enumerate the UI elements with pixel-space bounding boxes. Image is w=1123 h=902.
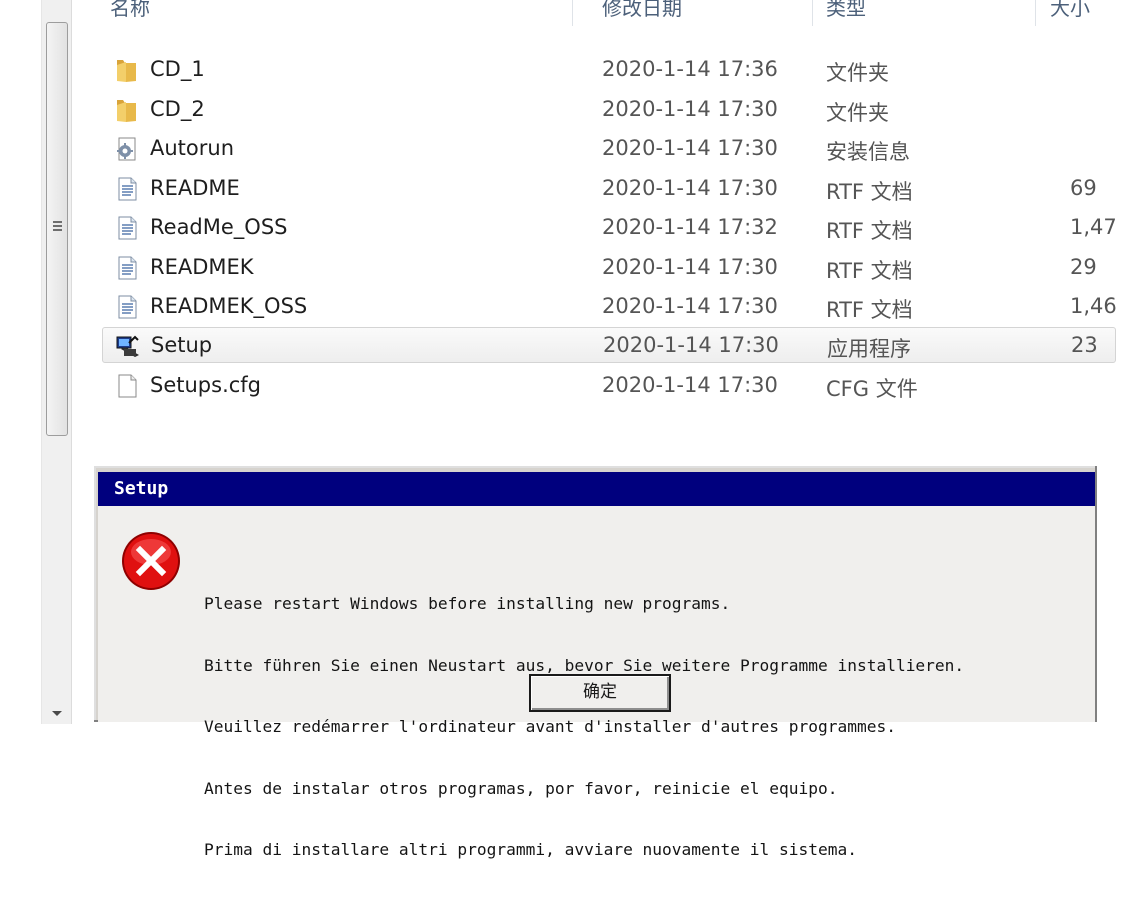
message-line-3: Veuillez redémarrer l'ordinateur avant d… — [204, 717, 896, 736]
scroll-down-arrow-icon[interactable] — [52, 711, 62, 716]
file-size: 1,46 — [1070, 294, 1116, 318]
file-row[interactable]: README 2020-1-14 17:30 RTF 文档 69 — [102, 171, 1116, 207]
message-line-4: Antes de instalar otros programas, por f… — [204, 778, 838, 798]
column-divider[interactable] — [1035, 0, 1036, 26]
message-line-2: Bitte führen Sie einen Neustart aus, bev… — [204, 655, 965, 675]
message-line-5: Prima di installare altri programmi, avv… — [204, 840, 857, 859]
file-name: Autorun — [150, 136, 235, 160]
file-type: 文件夹 — [826, 61, 889, 85]
dialog-titlebar[interactable]: Setup — [98, 472, 1095, 506]
dialog-title: Setup — [114, 478, 169, 499]
file-size: 1,47 — [1070, 215, 1116, 239]
file-name: README — [150, 175, 240, 200]
file-name: CD_1 — [150, 57, 205, 81]
setup-info-icon — [114, 136, 140, 162]
file-row[interactable]: Autorun 2020-1-14 17:30 安装信息 — [102, 131, 1116, 167]
file-row[interactable]: CD_1 2020-1-14 17:36 文件夹 — [102, 52, 1116, 88]
file-name: CD_2 — [150, 96, 205, 121]
file-type: RTF 文档 — [826, 179, 913, 204]
dialog-message: Please restart Windows before installing… — [204, 553, 964, 902]
file-date: 2020-1-14 17:36 — [602, 57, 778, 81]
column-divider[interactable] — [572, 0, 573, 26]
file-size: 23 — [1071, 332, 1098, 357]
file-type: 应用程序 — [827, 336, 911, 361]
vertical-scrollbar[interactable] — [41, 0, 72, 724]
file-row[interactable]: Setup 2020-1-14 17:30 应用程序 23 — [102, 326, 1116, 363]
blank-file-icon — [114, 373, 140, 399]
file-date: 2020-1-14 17:32 — [602, 215, 778, 239]
file-name: Setups.cfg — [150, 373, 262, 397]
file-row[interactable]: READMEK 2020-1-14 17:30 RTF 文档 29 — [102, 250, 1116, 286]
file-name: ReadMe_OSS — [150, 215, 288, 239]
column-header-name[interactable]: 名称 — [110, 0, 150, 22]
folder-icon — [114, 97, 140, 123]
folder-icon — [114, 57, 140, 83]
file-row[interactable]: READMEK_OSS 2020-1-14 17:30 RTF 文档 1,46 — [102, 289, 1116, 325]
scrollbar-grip-icon — [53, 221, 62, 231]
file-date: 2020-1-14 17:30 — [603, 332, 779, 357]
file-size: 69 — [1070, 175, 1097, 200]
file-row[interactable]: ReadMe_OSS 2020-1-14 17:32 RTF 文档 1,47 — [102, 210, 1116, 246]
column-header: 名称 修改日期 类型 大小 — [72, 0, 1116, 30]
file-type: 文件夹 — [826, 100, 889, 125]
file-name: READMEK_OSS — [150, 294, 308, 318]
file-type: RTF 文档 — [826, 258, 913, 283]
column-divider[interactable] — [812, 0, 813, 26]
column-header-type[interactable]: 类型 — [826, 0, 866, 22]
file-name: READMEK — [150, 254, 254, 279]
file-name: Setup — [151, 332, 213, 357]
setup-app-icon — [115, 333, 141, 359]
file-type: 安装信息 — [826, 140, 910, 164]
scrollbar-thumb[interactable] — [46, 22, 68, 436]
dialog-body: Please restart Windows before installing… — [98, 506, 1095, 859]
column-header-date[interactable]: 修改日期 — [602, 0, 682, 22]
file-date: 2020-1-14 17:30 — [602, 373, 778, 397]
file-date: 2020-1-14 17:30 — [602, 136, 778, 160]
document-icon — [114, 294, 140, 320]
file-row[interactable]: CD_2 2020-1-14 17:30 文件夹 — [102, 92, 1116, 128]
file-type: CFG 文件 — [826, 377, 918, 401]
file-date: 2020-1-14 17:30 — [602, 294, 778, 318]
file-type: RTF 文档 — [826, 298, 913, 322]
file-date: 2020-1-14 17:30 — [602, 175, 778, 200]
file-type: RTF 文档 — [826, 219, 913, 243]
document-icon — [114, 255, 140, 281]
document-icon — [114, 176, 140, 202]
file-size: 29 — [1070, 254, 1097, 279]
file-date: 2020-1-14 17:30 — [602, 96, 778, 121]
error-icon — [122, 532, 180, 590]
file-row[interactable]: Setups.cfg 2020-1-14 17:30 CFG 文件 — [102, 368, 1116, 404]
ok-button[interactable]: 确定 — [529, 674, 671, 712]
column-header-size[interactable]: 大小 — [1050, 0, 1090, 22]
document-icon — [114, 215, 140, 241]
message-line-1: Please restart Windows before installing… — [204, 594, 731, 613]
setup-dialog: Setup Please restart Windows before inst… — [92, 464, 1099, 859]
file-date: 2020-1-14 17:30 — [602, 254, 778, 279]
